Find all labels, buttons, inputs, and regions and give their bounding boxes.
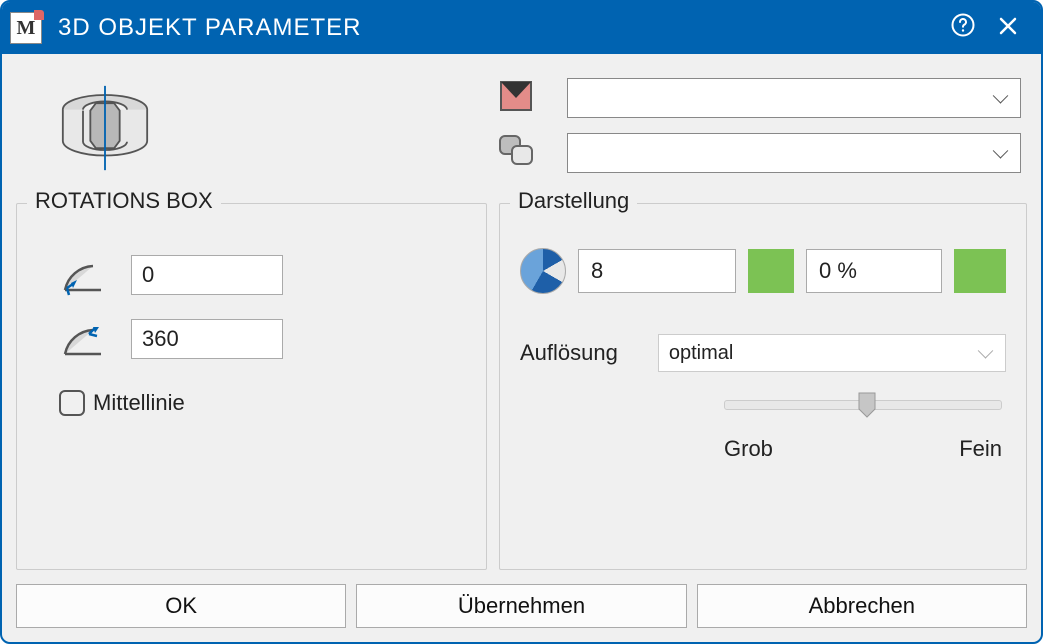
darstellung-group: Darstellung Auflösung optimal xyxy=(499,203,1027,570)
resolution-value: optimal xyxy=(669,342,733,365)
apply-button[interactable]: Übernehmen xyxy=(356,584,686,628)
resolution-slider[interactable] xyxy=(724,400,1002,410)
layer-icon xyxy=(491,132,541,173)
slider-label-fine: Fein xyxy=(959,436,1002,462)
resolution-select[interactable]: optimal xyxy=(658,334,1006,372)
top-row xyxy=(16,68,1027,191)
ok-button[interactable]: OK xyxy=(16,584,346,628)
layer-select[interactable] xyxy=(567,133,1021,173)
dialog-content: ROTATIONS BOX xyxy=(2,54,1041,642)
rotation-body-icon xyxy=(50,78,160,183)
percent-input[interactable] xyxy=(806,249,942,293)
resolution-label: Auflösung xyxy=(520,340,618,366)
centerline-label: Mittellinie xyxy=(93,390,185,416)
material-icon xyxy=(491,80,541,117)
segments-icon xyxy=(520,248,566,294)
percent-color-swatch[interactable] xyxy=(954,249,1006,293)
cancel-button[interactable]: Abbrechen xyxy=(697,584,1027,628)
slider-label-coarse: Grob xyxy=(724,436,773,462)
segments-input[interactable] xyxy=(578,249,736,293)
start-angle-input[interactable] xyxy=(131,255,283,295)
help-button[interactable] xyxy=(943,13,983,43)
rotations-box-title: ROTATIONS BOX xyxy=(27,188,221,214)
end-angle-input[interactable] xyxy=(131,319,283,359)
window-title: 3D OBJEKT PARAMETER xyxy=(58,14,943,42)
dialog-window: M 3D OBJEKT PARAMETER xyxy=(0,0,1043,644)
app-icon: M xyxy=(10,12,42,44)
end-angle-icon xyxy=(59,318,107,360)
titlebar: M 3D OBJEKT PARAMETER xyxy=(2,2,1041,54)
buttons-row: OK Übernehmen Abbrechen xyxy=(16,582,1027,628)
close-button[interactable] xyxy=(983,14,1033,42)
centerline-checkbox[interactable] xyxy=(59,390,85,416)
segments-color-swatch[interactable] xyxy=(748,249,794,293)
top-right-combos xyxy=(491,78,1021,183)
material-select[interactable] xyxy=(567,78,1021,118)
slider-thumb-icon xyxy=(857,391,877,419)
object-preview-area xyxy=(22,78,471,183)
rotations-box-group: ROTATIONS BOX xyxy=(16,203,487,570)
darstellung-title: Darstellung xyxy=(510,188,637,214)
help-icon xyxy=(951,13,975,37)
groups-row: ROTATIONS BOX xyxy=(16,203,1027,570)
start-angle-icon xyxy=(59,254,107,296)
close-icon xyxy=(999,17,1017,35)
